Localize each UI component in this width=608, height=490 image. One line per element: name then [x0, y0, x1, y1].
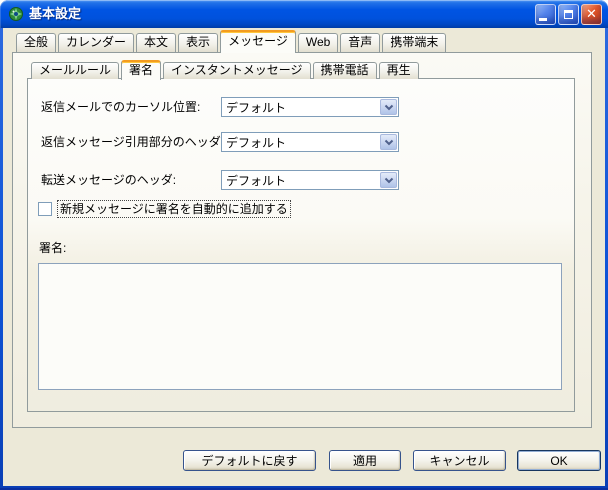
maximize-button[interactable]: [558, 4, 579, 25]
app-icon: [9, 7, 23, 21]
window-title: 基本設定: [29, 6, 82, 21]
signature-label: 署名:: [39, 241, 67, 255]
tab-web[interactable]: Web: [297, 33, 339, 52]
auto-signature-checkbox[interactable]: [38, 202, 52, 216]
tab-sound[interactable]: 音声: [340, 33, 381, 52]
tab-mobile-device[interactable]: 携帯端末: [382, 33, 447, 52]
tab-signature[interactable]: 署名: [121, 60, 162, 80]
reply-cursor-position-label: 返信メールでのカーソル位置:: [41, 100, 201, 114]
tab-message[interactable]: メッセージ: [220, 30, 296, 53]
titlebar: 基本設定 ✕: [0, 0, 608, 28]
tab-body-text[interactable]: 本文: [136, 33, 177, 52]
restore-defaults-button[interactable]: デフォルトに戻す: [183, 450, 316, 471]
auto-signature-label[interactable]: 新規メッセージに署名を自動的に追加する: [57, 200, 291, 218]
dropdown-arrow-icon[interactable]: [380, 172, 397, 188]
forward-header-label: 転送メッセージのヘッダ:: [41, 173, 177, 187]
apply-button[interactable]: 適用: [329, 450, 401, 471]
dialog-body: 全般 カレンダー 本文 表示 メッセージ Web 音声 携帯端末 メールルール …: [3, 28, 605, 486]
minimize-button[interactable]: [535, 4, 556, 25]
tab-calendar[interactable]: カレンダー: [58, 33, 135, 52]
forward-header-select[interactable]: デフォルト: [221, 170, 399, 190]
reply-cursor-position-value: デフォルト: [226, 100, 287, 115]
tab-display[interactable]: 表示: [178, 33, 219, 52]
reply-quote-header-select[interactable]: デフォルト: [221, 132, 399, 152]
maximize-icon: [564, 10, 573, 19]
dropdown-arrow-icon[interactable]: [380, 134, 397, 150]
reply-quote-header-label: 返信メッセージ引用部分のヘッダ:: [41, 135, 225, 149]
tab-mobile-phone[interactable]: 携帯電話: [312, 62, 377, 79]
reply-cursor-position-select[interactable]: デフォルト: [221, 97, 399, 117]
preferences-dialog: 基本設定 ✕ 全般 カレンダー 本文 表示 メッセージ Web 音声 携帯端末 …: [0, 0, 608, 490]
outer-tab-strip: 全般 カレンダー 本文 表示 メッセージ Web 音声 携帯端末: [16, 30, 448, 53]
tab-mail-rules[interactable]: メールルール: [31, 62, 120, 79]
minimize-icon: [538, 17, 547, 21]
ok-button[interactable]: OK: [517, 450, 601, 471]
tab-general[interactable]: 全般: [16, 33, 57, 52]
close-button[interactable]: ✕: [581, 4, 602, 25]
inner-tab-strip: メールルール 署名 インスタントメッセージ 携帯電話 再生: [31, 60, 421, 80]
signature-textarea[interactable]: [38, 263, 562, 390]
reply-quote-header-value: デフォルト: [226, 135, 287, 150]
close-icon: ✕: [586, 7, 597, 22]
signature-tab-page: 返信メールでのカーソル位置: デフォルト 返信メッセージ引用部分のヘッダ: デフ…: [27, 78, 575, 412]
forward-header-value: デフォルト: [226, 173, 287, 188]
tab-instant-message[interactable]: インスタントメッセージ: [163, 62, 311, 79]
cancel-button[interactable]: キャンセル: [413, 450, 506, 471]
tab-playback[interactable]: 再生: [378, 62, 419, 79]
dropdown-arrow-icon[interactable]: [380, 99, 397, 115]
